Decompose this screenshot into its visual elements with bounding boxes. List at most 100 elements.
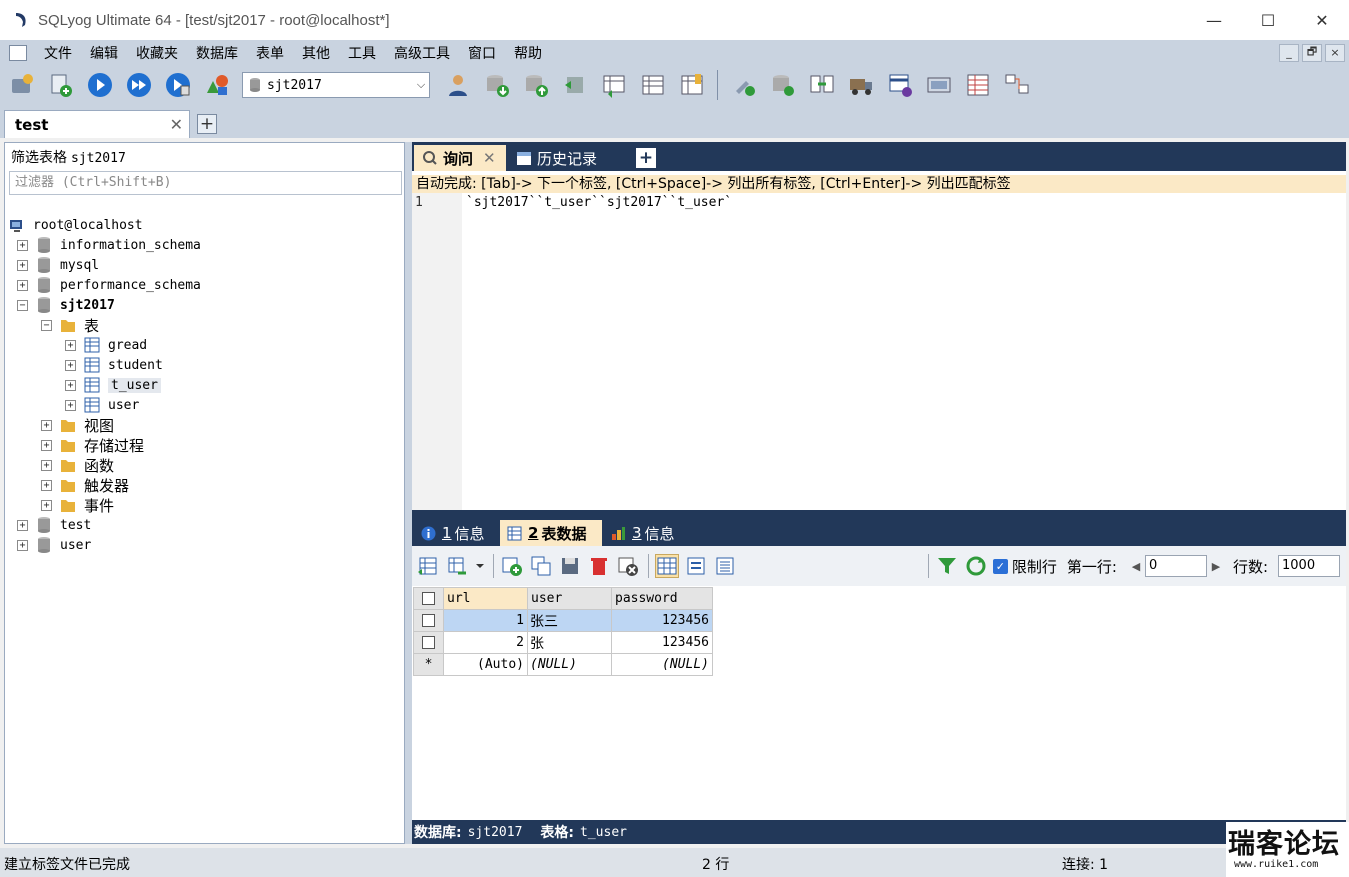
tree-node-database-sjt2017[interactable]: − sjt2017	[17, 295, 115, 315]
tree-node-folder-triggers[interactable]: + 触发器	[41, 475, 129, 495]
text-view-button[interactable]	[713, 554, 737, 578]
tab-messages[interactable]: 1 信息	[414, 520, 498, 546]
document-menu-icon[interactable]	[9, 44, 27, 61]
export-database-button[interactable]	[520, 70, 551, 101]
previous-page-button[interactable]: ◀	[1127, 556, 1145, 576]
tree-node-database[interactable]: + performance_schema	[17, 275, 201, 295]
expand-icon[interactable]: +	[65, 359, 76, 371]
tree-node-database[interactable]: + mysql	[17, 255, 99, 275]
column-header-user[interactable]: user	[527, 587, 612, 610]
add-query-tab-button[interactable]: +	[636, 148, 656, 168]
select-all-checkbox[interactable]	[422, 592, 435, 605]
cell-user[interactable]: 张	[527, 631, 612, 654]
execute-edit-button[interactable]	[162, 70, 193, 101]
expand-icon[interactable]: +	[17, 279, 28, 291]
import-database-button[interactable]	[481, 70, 512, 101]
column-header-password[interactable]: password	[611, 587, 713, 610]
cell-password[interactable]: 123456	[611, 631, 713, 654]
row-checkbox-cell[interactable]	[413, 631, 444, 654]
import-results-button[interactable]	[445, 554, 469, 578]
expand-icon[interactable]: +	[41, 499, 52, 511]
select-all-cell[interactable]	[413, 587, 444, 610]
menu-advanced-tools[interactable]: 高级工具	[385, 43, 459, 63]
cancel-changes-button[interactable]	[616, 554, 640, 578]
insert-row-button[interactable]	[500, 554, 524, 578]
schema-designer-button[interactable]	[201, 70, 232, 101]
tree-node-table-selected[interactable]: + t_user	[65, 375, 161, 395]
collapse-icon[interactable]: −	[17, 299, 28, 311]
expand-icon[interactable]: +	[65, 339, 76, 351]
expand-icon[interactable]: +	[41, 419, 52, 431]
table-view-button[interactable]	[637, 70, 668, 101]
menu-window[interactable]: 窗口	[459, 43, 505, 63]
filter-button[interactable]	[935, 554, 959, 578]
tree-node-database[interactable]: + test	[17, 515, 91, 535]
new-query-button[interactable]	[45, 70, 76, 101]
user-manager-button[interactable]	[442, 70, 473, 101]
data-sync-button[interactable]	[598, 70, 629, 101]
menu-table[interactable]: 表单	[247, 43, 293, 63]
tree-node-folder-procedures[interactable]: + 存储过程	[41, 435, 144, 455]
cell-user[interactable]: (NULL)	[527, 653, 612, 676]
filter-input[interactable]: 过滤器 (Ctrl+Shift+B)	[9, 171, 402, 195]
rows-count-input[interactable]: 1000	[1278, 555, 1340, 577]
menu-edit[interactable]: 编辑	[81, 43, 127, 63]
index-manager-button[interactable]	[676, 70, 707, 101]
tree-node-database[interactable]: + user	[17, 535, 91, 555]
chevron-down-icon[interactable]	[474, 554, 486, 578]
delete-row-button[interactable]	[587, 554, 611, 578]
backup-button[interactable]	[559, 70, 590, 101]
export-results-button[interactable]	[416, 554, 440, 578]
tree-node-folder-tables[interactable]: − 表	[41, 315, 99, 335]
form-view-button[interactable]	[684, 554, 708, 578]
sql-scheduler-button[interactable]	[728, 70, 759, 101]
refresh-button[interactable]	[964, 554, 988, 578]
expand-icon[interactable]: +	[65, 399, 76, 411]
connection-tab-test[interactable]: test ✕	[4, 110, 190, 138]
menu-database[interactable]: 数据库	[187, 43, 247, 63]
tab-info[interactable]: 3 信息	[604, 520, 694, 546]
duplicate-row-button[interactable]	[529, 554, 553, 578]
import-external-button[interactable]	[845, 70, 876, 101]
first-row-input[interactable]: 0	[1144, 555, 1207, 577]
maximize-button[interactable]: ☐	[1241, 0, 1295, 40]
database-select[interactable]: sjt2017 ⌵	[242, 72, 430, 98]
tree-node-table[interactable]: + user	[65, 395, 139, 415]
schema-diagram-button[interactable]	[1001, 70, 1032, 101]
sql-editor[interactable]: 自动完成: [Tab]-> 下一个标签, [Ctrl+Space]-> 列出所有…	[412, 171, 1346, 510]
tree-node-root[interactable]: root@localhost	[9, 215, 143, 235]
add-connection-tab-button[interactable]: +	[197, 114, 217, 134]
execute-query-button[interactable]	[84, 70, 115, 101]
row-checkbox[interactable]	[422, 636, 435, 649]
row-checkbox-cell[interactable]	[413, 609, 444, 632]
notifications-button[interactable]	[923, 70, 954, 101]
menu-tools[interactable]: 工具	[339, 43, 385, 63]
collapse-icon[interactable]: −	[41, 319, 52, 331]
cell-password[interactable]: 123456	[611, 609, 713, 632]
menu-file[interactable]: 文件	[35, 43, 81, 63]
editor-code-line[interactable]: `sjt2017``t_user``sjt2017``t_user`	[466, 195, 732, 210]
tree-node-folder-events[interactable]: + 事件	[41, 495, 114, 515]
table-row-new[interactable]: * (Auto) (NULL) (NULL)	[413, 653, 713, 676]
pane-splitter[interactable]	[405, 142, 412, 844]
column-header-url[interactable]: url	[443, 587, 528, 610]
tree-node-folder-functions[interactable]: + 函数	[41, 455, 114, 475]
mdi-minimize-button[interactable]: _	[1279, 43, 1299, 62]
menu-other[interactable]: 其他	[293, 43, 339, 63]
tree-node-table[interactable]: + student	[65, 355, 163, 375]
mdi-close-button[interactable]: ×	[1325, 43, 1345, 62]
results-splitter[interactable]	[412, 510, 1346, 519]
row-checkbox[interactable]	[422, 614, 435, 627]
tab-table-data[interactable]: 2 表数据	[500, 520, 602, 546]
menu-favorites[interactable]: 收藏夹	[127, 43, 187, 63]
tree-node-database[interactable]: + information_schema	[17, 235, 201, 255]
expand-icon[interactable]: +	[17, 259, 28, 271]
close-window-button[interactable]: ✕	[1295, 0, 1349, 40]
cell-user[interactable]: 张三	[527, 609, 612, 632]
expand-icon[interactable]: +	[41, 479, 52, 491]
save-changes-button[interactable]	[558, 554, 582, 578]
table-row[interactable]: 1 张三 123456	[413, 609, 713, 632]
tab-history[interactable]: 历史记录	[508, 145, 628, 171]
tree-node-folder-views[interactable]: + 视图	[41, 415, 114, 435]
schema-report-button[interactable]	[962, 70, 993, 101]
